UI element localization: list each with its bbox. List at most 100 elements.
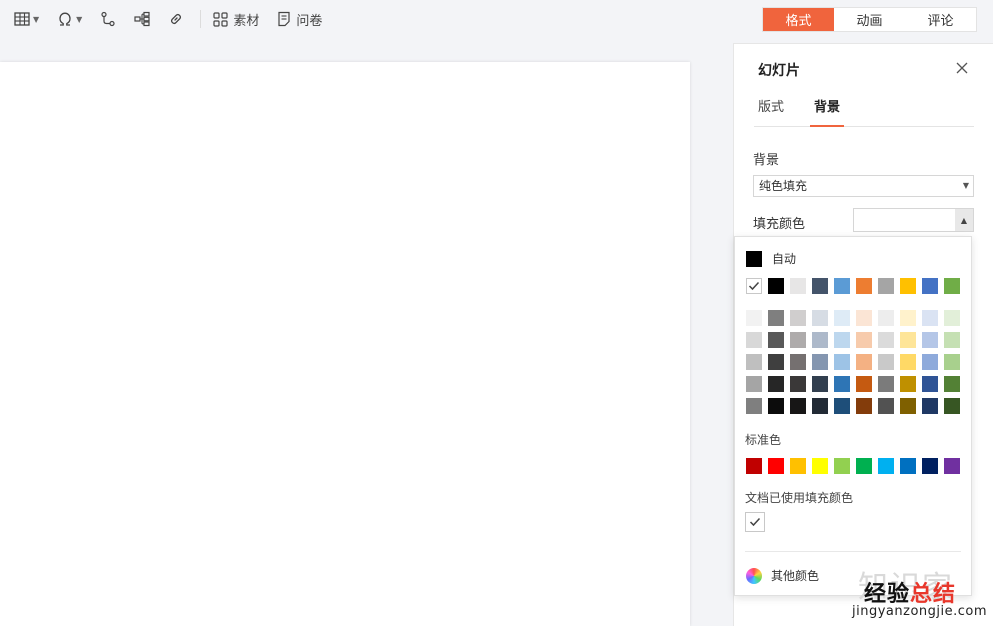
theme-color-swatch[interactable] xyxy=(878,278,894,294)
standard-color-swatch[interactable] xyxy=(768,458,784,474)
shade-color-swatch[interactable] xyxy=(746,310,762,326)
color-wheel-icon xyxy=(746,567,762,584)
shade-color-swatch[interactable] xyxy=(812,310,828,326)
more-colors-button[interactable]: 其他颜色 xyxy=(746,567,819,584)
theme-color-swatch[interactable] xyxy=(856,278,872,294)
tab-format[interactable]: 格式 xyxy=(763,8,834,31)
shade-color-swatch[interactable] xyxy=(768,354,784,370)
shade-color-swatch[interactable] xyxy=(790,310,806,326)
fill-color-picker[interactable]: ▲ xyxy=(853,208,974,232)
shade-color-swatch[interactable] xyxy=(922,376,938,392)
shade-color-swatch[interactable] xyxy=(900,376,916,392)
shade-color-swatch[interactable] xyxy=(878,354,894,370)
shade-color-swatch[interactable] xyxy=(834,332,850,348)
table-button[interactable]: ▼ xyxy=(10,6,43,32)
shade-color-swatch[interactable] xyxy=(812,376,828,392)
used-colors-label: 文档已使用填充颜色 xyxy=(745,491,854,505)
fill-type-select[interactable]: 纯色填充 ▼ xyxy=(753,175,974,197)
standard-color-swatch[interactable] xyxy=(900,458,916,474)
close-button[interactable] xyxy=(954,60,970,76)
tab-animation[interactable]: 动画 xyxy=(834,8,905,31)
shade-color-swatch[interactable] xyxy=(790,354,806,370)
shade-color-swatch[interactable] xyxy=(922,310,938,326)
shade-color-swatch[interactable] xyxy=(944,376,960,392)
shade-color-swatch[interactable] xyxy=(812,354,828,370)
shade-color-swatch[interactable] xyxy=(746,398,762,414)
shade-color-row xyxy=(746,310,966,326)
color-dropdown: 自动 标准色 文档已使用填充颜色 其他颜色 xyxy=(734,236,972,596)
chevron-down-icon: ▼ xyxy=(33,14,40,24)
shade-color-swatch[interactable] xyxy=(922,354,938,370)
toolbar-divider xyxy=(200,10,202,28)
fill-type-value: 纯色填充 xyxy=(759,179,808,193)
shade-color-swatch[interactable] xyxy=(812,398,828,414)
shade-color-swatch[interactable] xyxy=(790,376,806,392)
theme-color-swatch[interactable] xyxy=(812,278,828,294)
standard-color-swatch[interactable] xyxy=(944,458,960,474)
material-button[interactable]: 素材 xyxy=(209,6,263,32)
mindmap-button[interactable] xyxy=(130,6,154,32)
connector-button[interactable] xyxy=(96,6,120,32)
shade-color-swatch[interactable] xyxy=(856,332,872,348)
theme-color-swatch[interactable] xyxy=(790,278,806,294)
survey-button[interactable]: 问卷 xyxy=(273,6,326,32)
shade-color-swatch[interactable] xyxy=(746,332,762,348)
standard-color-swatch[interactable] xyxy=(812,458,828,474)
standard-colors-label: 标准色 xyxy=(745,433,782,447)
shade-color-swatch[interactable] xyxy=(768,332,784,348)
shade-color-swatch[interactable] xyxy=(768,310,784,326)
shade-color-swatch[interactable] xyxy=(878,332,894,348)
shade-color-swatch[interactable] xyxy=(922,398,938,414)
theme-color-swatch[interactable] xyxy=(834,278,850,294)
shade-color-swatch[interactable] xyxy=(944,398,960,414)
close-icon xyxy=(956,62,968,74)
theme-color-swatch[interactable] xyxy=(922,278,938,294)
tab-background[interactable]: 背景 xyxy=(810,99,845,127)
shade-color-swatch[interactable] xyxy=(834,354,850,370)
slide-canvas[interactable] xyxy=(0,62,690,626)
shade-color-swatch[interactable] xyxy=(944,310,960,326)
symbol-button[interactable]: ▼ xyxy=(53,6,86,32)
shade-color-swatch[interactable] xyxy=(812,332,828,348)
no-fill-swatch[interactable] xyxy=(746,278,762,294)
shade-color-swatch[interactable] xyxy=(900,398,916,414)
shade-color-swatch[interactable] xyxy=(834,398,850,414)
standard-color-swatch[interactable] xyxy=(878,458,894,474)
used-color-swatch[interactable] xyxy=(745,512,765,532)
theme-color-swatch[interactable] xyxy=(944,278,960,294)
theme-color-swatch[interactable] xyxy=(768,278,784,294)
shade-color-swatch[interactable] xyxy=(878,398,894,414)
shade-color-swatch[interactable] xyxy=(746,376,762,392)
standard-color-swatch[interactable] xyxy=(922,458,938,474)
shade-color-swatch[interactable] xyxy=(856,310,872,326)
shade-color-swatch[interactable] xyxy=(768,398,784,414)
shade-color-swatch[interactable] xyxy=(900,354,916,370)
shade-color-swatch[interactable] xyxy=(856,376,872,392)
shade-color-swatch[interactable] xyxy=(944,332,960,348)
shade-color-swatch[interactable] xyxy=(922,332,938,348)
link-button[interactable] xyxy=(164,6,188,32)
standard-color-swatch[interactable] xyxy=(746,458,762,474)
standard-color-swatch[interactable] xyxy=(856,458,872,474)
shade-color-swatch[interactable] xyxy=(878,310,894,326)
theme-color-swatch[interactable] xyxy=(900,278,916,294)
shade-color-swatch[interactable] xyxy=(856,398,872,414)
shade-color-swatch[interactable] xyxy=(944,354,960,370)
auto-color-option[interactable]: 自动 xyxy=(746,250,796,267)
standard-color-row xyxy=(746,458,966,474)
shade-color-swatch[interactable] xyxy=(878,376,894,392)
shade-color-swatch[interactable] xyxy=(900,332,916,348)
shade-color-swatch[interactable] xyxy=(834,310,850,326)
shade-color-swatch[interactable] xyxy=(790,332,806,348)
shade-color-swatch[interactable] xyxy=(790,398,806,414)
standard-color-swatch[interactable] xyxy=(834,458,850,474)
shade-color-swatch[interactable] xyxy=(746,354,762,370)
shade-color-swatch[interactable] xyxy=(900,310,916,326)
standard-color-swatch[interactable] xyxy=(790,458,806,474)
tab-comment[interactable]: 评论 xyxy=(905,8,976,31)
shade-color-swatch[interactable] xyxy=(834,376,850,392)
panel-tabs: 版式 背景 xyxy=(754,99,974,127)
shade-color-swatch[interactable] xyxy=(856,354,872,370)
shade-color-swatch[interactable] xyxy=(768,376,784,392)
tab-layout[interactable]: 版式 xyxy=(754,99,788,127)
